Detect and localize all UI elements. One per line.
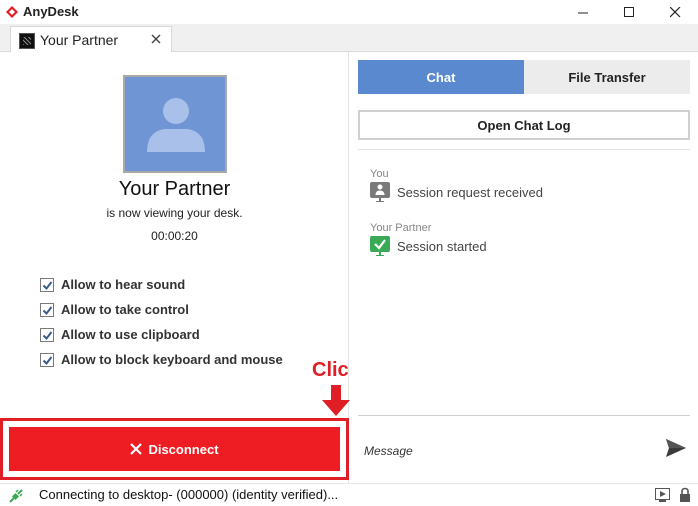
chat-message-text: Session request received <box>397 184 543 200</box>
permission-label: Allow to use clipboard <box>61 327 200 342</box>
status-text: Connecting to desktop- (000000) (identit… <box>39 487 339 502</box>
arrow-down-icon <box>322 385 350 416</box>
chat-sender: You <box>370 168 389 180</box>
window-close-button[interactable] <box>652 0 698 24</box>
maximize-button[interactable] <box>606 0 652 24</box>
permission-label: Allow to take control <box>61 302 189 317</box>
disconnect-highlight-frame: Disconnect <box>0 418 349 480</box>
chat-panel: Chat File Transfer Open Chat Log You Ses… <box>350 52 698 483</box>
maximize-icon <box>623 6 634 17</box>
open-chat-log-button[interactable]: Open Chat Log <box>358 110 690 140</box>
tab-label: Your Partner <box>40 32 119 48</box>
checkmark-icon <box>42 305 53 315</box>
session-timer: 00:00:20 <box>151 229 198 243</box>
connection-plug-icon <box>9 489 23 503</box>
chat-sender: Your Partner <box>370 222 432 234</box>
chat-entry: You Session request received <box>370 168 543 202</box>
desk-request-icon <box>370 182 390 202</box>
partner-name: Your Partner <box>118 178 231 200</box>
checkbox-hear-sound[interactable] <box>40 277 54 292</box>
permission-block-input[interactable]: Allow to block keyboard and mouse <box>40 347 283 372</box>
minimize-icon <box>577 12 588 13</box>
checkbox-clipboard[interactable] <box>40 327 54 342</box>
checkmark-icon <box>42 355 53 365</box>
message-divider <box>358 415 690 416</box>
partner-status: is now viewing your desk. <box>106 206 243 220</box>
checkmark-icon <box>42 330 53 340</box>
app-title: AnyDesk <box>23 4 79 19</box>
permission-label: Allow to hear sound <box>61 277 186 292</box>
checkbox-block-input[interactable] <box>40 352 54 367</box>
status-bar: Connecting to desktop- (000000) (identit… <box>0 483 698 506</box>
title-bar: AnyDesk <box>0 0 698 24</box>
tab-strip: Your Partner <box>0 24 698 53</box>
session-info-panel: Your Partner is now viewing your desk. 0… <box>0 52 360 483</box>
close-icon <box>669 6 680 17</box>
permission-label: Allow to block keyboard and mouse <box>61 352 283 367</box>
tab-chat[interactable]: Chat <box>358 60 524 94</box>
permission-clipboard[interactable]: Allow to use clipboard <box>40 322 283 347</box>
checkmark-icon <box>42 280 53 290</box>
tab-close-icon[interactable] <box>149 32 163 46</box>
disconnect-label: Disconnect <box>148 441 219 457</box>
user-avatar-icon <box>123 75 227 173</box>
chat-divider <box>358 149 690 150</box>
tab-file-transfer[interactable]: File Transfer <box>524 60 690 94</box>
play-icon[interactable] <box>655 488 670 502</box>
permission-take-control[interactable]: Allow to take control <box>40 297 283 322</box>
minimize-button[interactable] <box>560 0 606 24</box>
chat-entry: Your Partner Session started <box>370 222 487 256</box>
anydesk-logo-icon <box>6 6 18 18</box>
permission-hear-sound[interactable]: Allow to hear sound <box>40 272 283 297</box>
session-started-check-icon <box>370 236 390 256</box>
permissions-list: Allow to hear sound Allow to take contro… <box>40 272 283 372</box>
close-icon <box>130 443 143 455</box>
disconnect-button[interactable]: Disconnect <box>9 427 340 471</box>
remote-desktop-icon <box>19 33 35 49</box>
tab-your-partner[interactable]: Your Partner <box>10 26 172 53</box>
message-input[interactable] <box>364 441 644 461</box>
lock-icon[interactable] <box>679 487 691 503</box>
checkbox-take-control[interactable] <box>40 302 54 317</box>
chat-message-text: Session started <box>397 238 487 254</box>
send-icon[interactable] <box>664 436 688 460</box>
